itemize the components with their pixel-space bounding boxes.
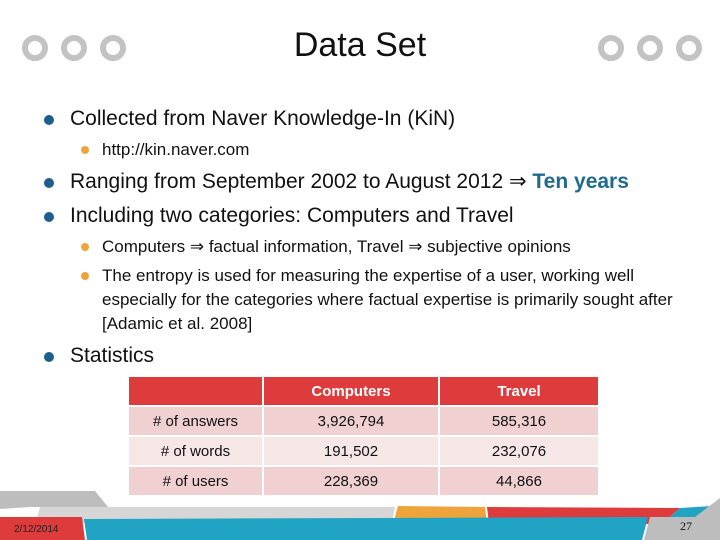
table-cell: 232,076 [440, 437, 598, 465]
page-number: 27 [680, 519, 692, 533]
table-cell: 3,926,794 [264, 407, 438, 435]
footer-date: 2/12/2014 [14, 524, 59, 535]
statistics-table: Computers Travel # of answers 3,926,794 … [127, 375, 600, 497]
circle-icon [598, 35, 624, 61]
table-row: # of answers 3,926,794 585,316 [129, 407, 598, 435]
sub-bullet-text: The entropy is used for measuring the ex… [102, 266, 673, 333]
footer-shape-teal-bottom [84, 517, 648, 540]
bullet-dot-icon [44, 178, 54, 188]
bullet-text: Including two categories: Computers and … [70, 204, 514, 227]
highlight-text: Ten years [526, 170, 629, 193]
bullet-dot-icon [44, 352, 54, 362]
table-row-label: # of answers [129, 407, 262, 435]
table-cell: 191,502 [264, 437, 438, 465]
footer-shape-gray-dark [0, 491, 108, 509]
bullet-text: Collected from Naver Knowledge-In (KiN) [70, 107, 456, 130]
bullet-dot-icon [44, 115, 54, 125]
table-row-label: # of words [129, 437, 262, 465]
table-header-cell [129, 377, 262, 405]
circle-icon [676, 35, 702, 61]
table-row: # of words 191,502 232,076 [129, 437, 598, 465]
bullet-dot-icon [44, 212, 54, 222]
table-header-cell: Computers [264, 377, 438, 405]
sub-bullet-dot-icon [81, 272, 89, 280]
table-header-cell: Travel [440, 377, 598, 405]
sub-bullet-text: http://kin.naver.com [102, 140, 250, 159]
sub-bullet-text: Computers ⇒ factual information, Travel … [102, 237, 571, 256]
right-circles-decoration [598, 35, 702, 61]
sub-bullet-dot-icon [81, 243, 89, 251]
table-header-row: Computers Travel [129, 377, 598, 405]
circle-icon [637, 35, 663, 61]
bullet-text: Statistics [70, 344, 155, 367]
footer-decoration [0, 491, 720, 540]
sub-bullet-dot-icon [81, 146, 89, 154]
table-cell: 585,316 [440, 407, 598, 435]
bullet-text: Ranging from September 2002 to August 20… [70, 170, 509, 193]
implies-arrow-icon: ⇒ [508, 170, 527, 193]
